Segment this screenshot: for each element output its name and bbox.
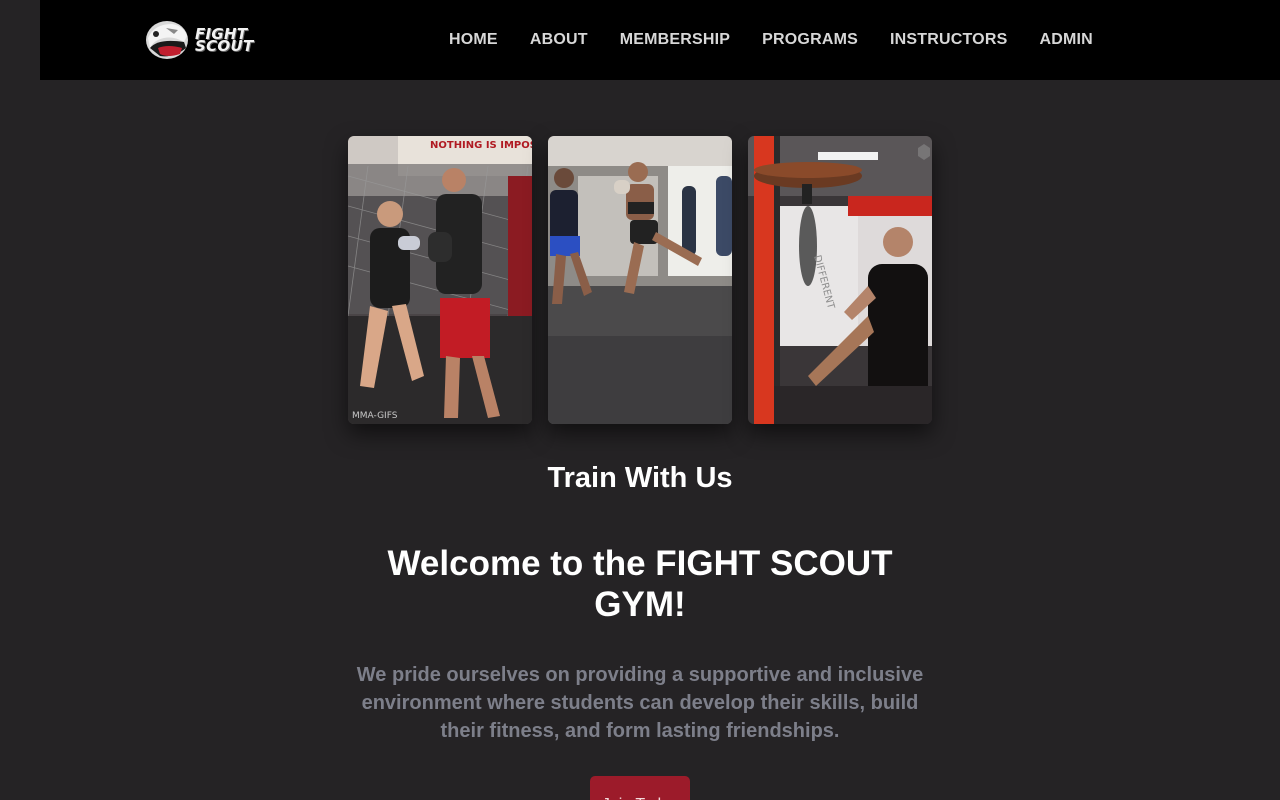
join-today-button[interactable]: Join Today [590, 776, 690, 800]
training-gallery: NOTHING IS IMPOSSIBLE MMA-GIFS [348, 136, 932, 424]
brand-wordmark: FIGHT SCOUT [195, 27, 254, 55]
gym-tagline: We pride ourselves on providing a suppor… [356, 664, 924, 742]
nav-membership[interactable]: MEMBERSHIP [620, 31, 730, 49]
brand-name-line2: SCOUT [195, 37, 254, 55]
gym-sign-text: NOTHING IS IMPOSSIBLE [430, 140, 532, 151]
nav-programs[interactable]: PROGRAMS [762, 31, 858, 49]
nav-admin[interactable]: ADMIN [1039, 31, 1092, 49]
page-gutter [0, 0, 40, 80]
top-navbar: FIGHT SCOUT HOME ABOUT MEMBERSHIP PROGRA… [40, 0, 1280, 80]
nav-about[interactable]: ABOUT [530, 31, 588, 49]
nav-home[interactable]: HOME [449, 31, 498, 49]
section-heading: Train With Us [547, 462, 733, 494]
kick-training-photo [548, 136, 732, 424]
welcome-heading: Welcome to the FIGHT SCOUT GYM! [387, 544, 893, 624]
fighter-helmet-icon [146, 21, 188, 59]
gif-watermark: MMA-GIFS [352, 411, 398, 421]
nav-instructors[interactable]: INSTRUCTORS [890, 31, 1007, 49]
speed-bag-photo: DIFFERENT [748, 136, 932, 424]
main-nav: HOME ABOUT MEMBERSHIP PROGRAMS INSTRUCTO… [449, 0, 1093, 80]
sparring-photo: NOTHING IS IMPOSSIBLE MMA-GIFS [348, 136, 532, 424]
brand-logo[interactable]: FIGHT SCOUT [144, 18, 264, 62]
